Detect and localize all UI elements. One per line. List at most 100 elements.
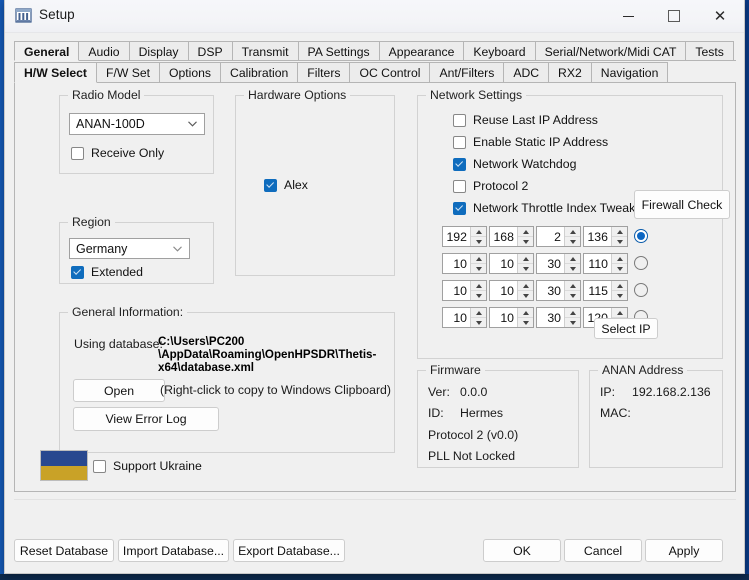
spinner-down-button[interactable]: [518, 291, 533, 300]
network-checkbox-network-throttle-index-tweak[interactable]: Network Throttle Index Tweak: [453, 201, 635, 215]
ip-row-radio-1[interactable]: [634, 229, 648, 243]
ip-octet-spinner-r4-c1[interactable]: 10: [442, 307, 487, 328]
ip-octet-spinner-r2-c1[interactable]: 10: [442, 253, 487, 274]
title-bar: Setup ✕: [5, 0, 744, 33]
ip-octet-spinner-r1-c1[interactable]: 192: [442, 226, 487, 247]
ip-octet-spinner-r3-c4[interactable]: 115: [583, 280, 628, 301]
spinner-up-button[interactable]: [471, 308, 486, 318]
cancel-button[interactable]: Cancel: [564, 539, 642, 562]
ip-octet-spinner-r2-c2[interactable]: 10: [489, 253, 534, 274]
spinner-down-button[interactable]: [471, 318, 486, 327]
spinner-down-button[interactable]: [565, 237, 580, 246]
ip-octet-spinner-r2-c4[interactable]: 110: [583, 253, 628, 274]
spinner-up-button[interactable]: [471, 281, 486, 291]
spinner-up-button[interactable]: [471, 254, 486, 264]
spinner-down-button[interactable]: [565, 264, 580, 273]
spinner-down-button[interactable]: [565, 291, 580, 300]
spinner-up-button[interactable]: [565, 281, 580, 291]
spinner-up-button[interactable]: [518, 227, 533, 237]
tab-secondary-f-w-set[interactable]: F/W Set: [96, 62, 161, 83]
select-ip-button[interactable]: Select IP: [594, 318, 658, 339]
spinner-up-button[interactable]: [612, 227, 627, 237]
tab-secondary-ant-filters[interactable]: Ant/Filters: [429, 62, 505, 83]
export-database-button[interactable]: Export Database...: [233, 539, 345, 562]
spinner-down-button[interactable]: [471, 237, 486, 246]
tab-primary-serial-network-midi-cat[interactable]: Serial/Network/Midi CAT: [534, 41, 687, 61]
reset-database-label: Reset Database: [19, 543, 109, 558]
spinner-down-button[interactable]: [471, 291, 486, 300]
tab-label: Keyboard: [473, 44, 526, 59]
tab-secondary-navigation[interactable]: Navigation: [590, 62, 669, 83]
radio-model-combobox[interactable]: ANAN-100D: [69, 113, 205, 135]
tab-primary-tests[interactable]: Tests: [685, 41, 734, 61]
tab-primary-transmit[interactable]: Transmit: [231, 41, 299, 61]
spinner-up-button[interactable]: [612, 281, 627, 291]
spinner-up-button[interactable]: [565, 254, 580, 264]
maximize-button[interactable]: [651, 0, 697, 32]
tab-primary-appearance[interactable]: Appearance: [378, 41, 465, 61]
firmware-protocol: Protocol 2 (v0.0): [428, 428, 519, 442]
close-button[interactable]: ✕: [697, 0, 743, 32]
network-checkbox-enable-static-ip-address[interactable]: Enable Static IP Address: [453, 135, 608, 149]
spinner-down-button[interactable]: [518, 237, 533, 246]
network-checkbox-reuse-last-ip-address[interactable]: Reuse Last IP Address: [453, 113, 598, 127]
tab-secondary-filters[interactable]: Filters: [297, 62, 351, 83]
network-checkbox-protocol-2[interactable]: Protocol 2: [453, 179, 528, 193]
spinner-down-button[interactable]: [518, 318, 533, 327]
spinner-up-button[interactable]: [565, 227, 580, 237]
spinner-up-button[interactable]: [471, 227, 486, 237]
tab-secondary-h-w-select[interactable]: H/W Select: [14, 62, 97, 83]
tab-secondary-adc[interactable]: ADC: [503, 62, 550, 83]
ip-octet-spinner-r4-c2[interactable]: 10: [489, 307, 534, 328]
ip-row-radio-2[interactable]: [634, 256, 648, 270]
spinner-up-button[interactable]: [518, 308, 533, 318]
firewall-check-button[interactable]: Firewall Check: [634, 190, 730, 219]
tab-primary-general[interactable]: General: [14, 41, 80, 61]
ip-octet-spinner-r1-c2[interactable]: 168: [489, 226, 534, 247]
network-checkbox-network-watchdog[interactable]: Network Watchdog: [453, 157, 576, 171]
alex-checkbox[interactable]: Alex: [264, 178, 308, 192]
spinner-up-button[interactable]: [612, 254, 627, 264]
spinner-down-button[interactable]: [471, 264, 486, 273]
spinner-down-button[interactable]: [612, 291, 627, 300]
spinner-up-button[interactable]: [518, 254, 533, 264]
tab-primary-audio[interactable]: Audio: [78, 41, 130, 61]
spinner-up-button[interactable]: [518, 281, 533, 291]
tab-secondary-options[interactable]: Options: [159, 62, 222, 83]
anan-ip-label: IP:: [600, 385, 616, 399]
spinner-up-button[interactable]: [565, 308, 580, 318]
tab-secondary-calibration[interactable]: Calibration: [220, 62, 299, 83]
ip-octet-spinner-r1-c3[interactable]: 2: [536, 226, 581, 247]
ip-row-radio-3[interactable]: [634, 283, 648, 297]
spinner-up-button[interactable]: [612, 308, 627, 318]
tab-primary-dsp[interactable]: DSP: [187, 41, 233, 61]
database-path-line-3: x64\database.xml: [158, 361, 255, 374]
reset-database-button[interactable]: Reset Database: [14, 539, 114, 562]
ip-octet-spinner-r3-c1[interactable]: 10: [442, 280, 487, 301]
ok-button[interactable]: OK: [483, 539, 561, 562]
apply-button[interactable]: Apply: [645, 539, 723, 562]
extended-checkbox[interactable]: Extended: [71, 265, 143, 279]
spinner-down-button[interactable]: [565, 318, 580, 327]
tab-primary-pa-settings[interactable]: PA Settings: [297, 41, 380, 61]
spinner-down-button[interactable]: [612, 237, 627, 246]
spinner-down-button[interactable]: [518, 264, 533, 273]
ip-octet-spinner-r3-c2[interactable]: 10: [489, 280, 534, 301]
open-database-button[interactable]: Open: [73, 379, 165, 402]
ip-octet-spinner-r1-c4[interactable]: 136: [583, 226, 628, 247]
ip-octet-spinner-r4-c3[interactable]: 30: [536, 307, 581, 328]
tab-primary-display[interactable]: Display: [128, 41, 189, 61]
spinner-down-button[interactable]: [612, 264, 627, 273]
tab-secondary-rx2[interactable]: RX2: [548, 62, 592, 83]
support-ukraine-checkbox[interactable]: Support Ukraine: [93, 459, 202, 473]
tab-secondary-oc-control[interactable]: OC Control: [349, 62, 431, 83]
receive-only-checkbox[interactable]: Receive Only: [71, 146, 164, 160]
import-database-button[interactable]: Import Database...: [118, 539, 229, 562]
view-error-log-button[interactable]: View Error Log: [73, 407, 219, 431]
ip-octet-spinner-r2-c3[interactable]: 30: [536, 253, 581, 274]
tab-primary-keyboard[interactable]: Keyboard: [463, 41, 536, 61]
region-combobox[interactable]: Germany: [69, 238, 190, 259]
ip-octet-spinner-r3-c3[interactable]: 30: [536, 280, 581, 301]
minimize-button[interactable]: [605, 0, 651, 32]
triangle-up-icon: [569, 256, 576, 261]
